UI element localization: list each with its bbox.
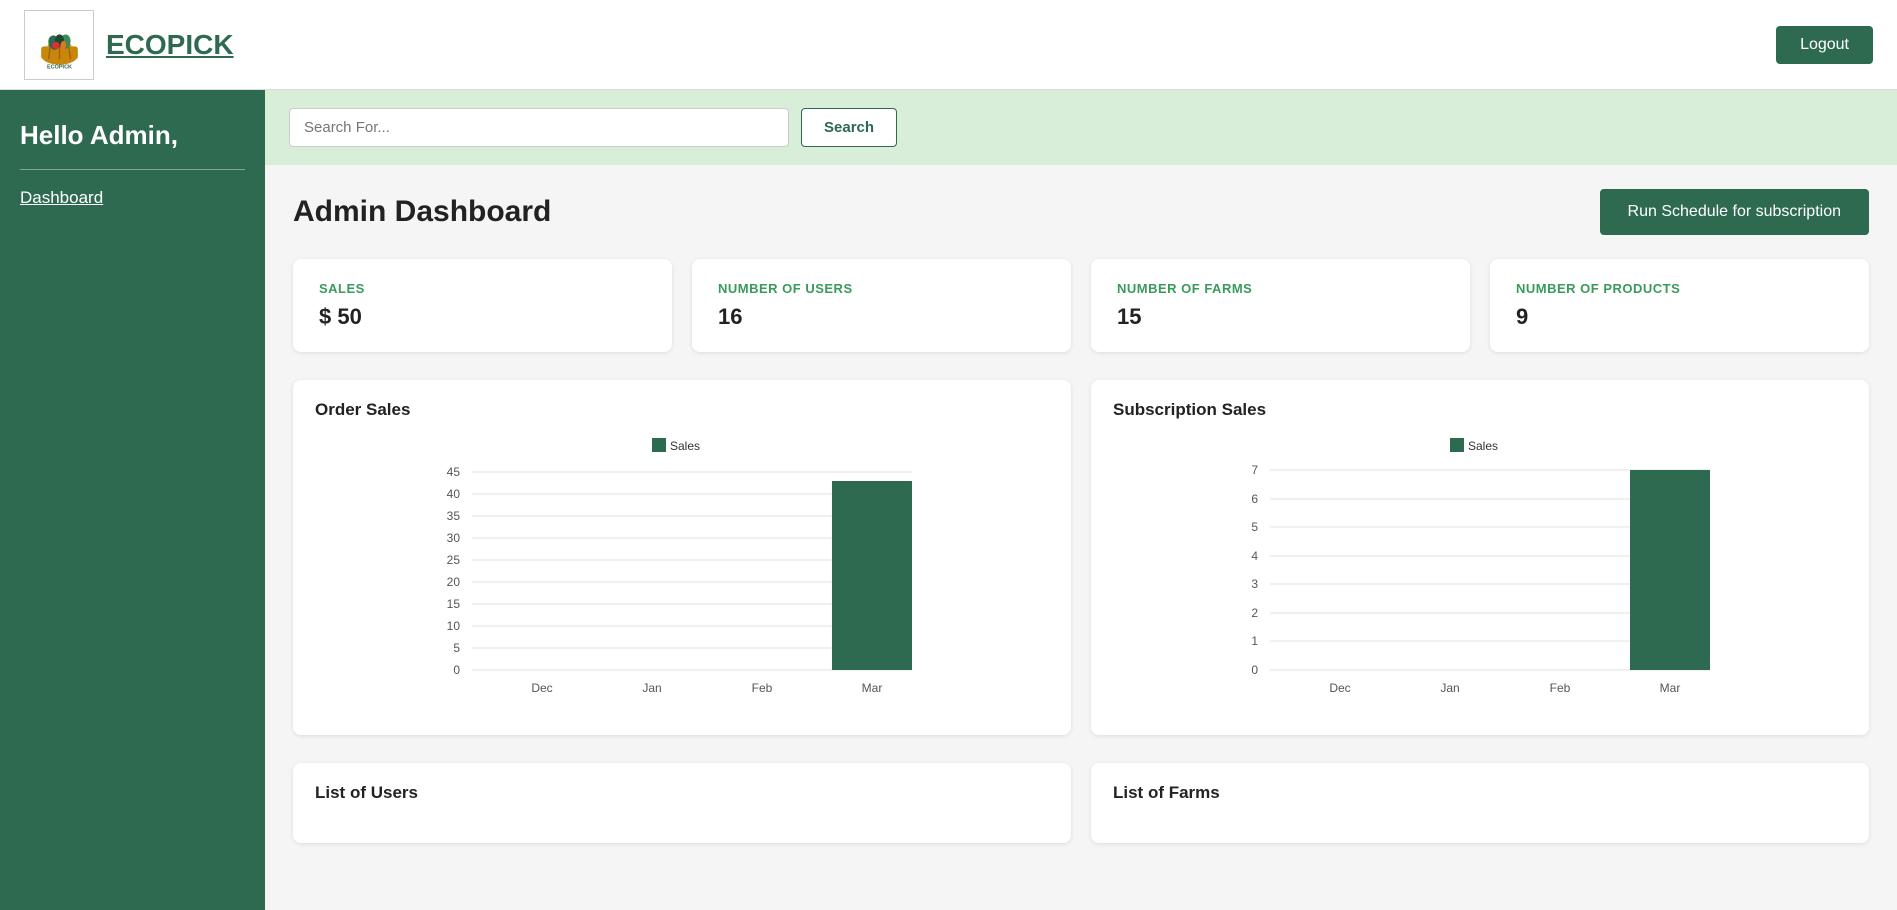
stat-label-products: NUMBER OF PRODUCTS: [1516, 281, 1843, 296]
stat-label-users: NUMBER OF USERS: [718, 281, 1045, 296]
list-farms-title: List of Farms: [1113, 783, 1847, 803]
dashboard-header: Admin Dashboard Run Schedule for subscri…: [293, 189, 1869, 235]
svg-text:30: 30: [447, 531, 461, 545]
sidebar-greeting: Hello Admin,: [20, 120, 245, 151]
subscription-chart-title: Subscription Sales: [1113, 400, 1847, 420]
svg-text:10: 10: [447, 619, 461, 633]
svg-text:Feb: Feb: [752, 681, 773, 695]
logout-button[interactable]: Logout: [1776, 26, 1873, 64]
svg-text:Mar: Mar: [862, 681, 883, 695]
header-left: ECOPICK ECOPICK: [24, 10, 234, 80]
svg-text:7: 7: [1251, 463, 1258, 477]
svg-text:1: 1: [1251, 634, 1258, 648]
search-button[interactable]: Search: [801, 108, 897, 147]
search-bar: Search: [265, 90, 1897, 165]
svg-text:35: 35: [447, 509, 461, 523]
order-sales-chart-card: Order Sales Sales: [293, 380, 1071, 735]
content-area: Search Admin Dashboard Run Schedule for …: [265, 90, 1897, 910]
svg-text:Dec: Dec: [1329, 681, 1350, 695]
list-farms-card: List of Farms: [1091, 763, 1869, 843]
svg-text:0: 0: [1251, 663, 1258, 677]
subscription-sales-chart-card: Subscription Sales Sales: [1091, 380, 1869, 735]
svg-text:0: 0: [453, 663, 460, 677]
svg-text:3: 3: [1251, 577, 1258, 591]
svg-text:2: 2: [1251, 606, 1258, 620]
stat-card-sales: SALES $ 50: [293, 259, 672, 352]
stat-card-users: NUMBER OF USERS 16: [692, 259, 1071, 352]
stat-label-sales: SALES: [319, 281, 646, 296]
sidebar: Hello Admin, Dashboard: [0, 90, 265, 910]
svg-text:ECOPICK: ECOPICK: [46, 64, 71, 70]
svg-text:40: 40: [447, 487, 461, 501]
svg-text:5: 5: [1251, 520, 1258, 534]
sidebar-item-dashboard[interactable]: Dashboard: [20, 188, 103, 207]
order-chart-title: Order Sales: [315, 400, 1049, 420]
stat-value-users: 16: [718, 304, 1045, 330]
app-title: ECOPICK: [106, 29, 234, 61]
stat-value-products: 9: [1516, 304, 1843, 330]
svg-text:20: 20: [447, 575, 461, 589]
stat-label-farms: NUMBER OF FARMS: [1117, 281, 1444, 296]
sidebar-divider: [20, 169, 245, 170]
svg-text:45: 45: [447, 465, 461, 479]
svg-text:Sales: Sales: [1468, 439, 1498, 453]
stat-card-products: NUMBER OF PRODUCTS 9: [1490, 259, 1869, 352]
svg-text:Mar: Mar: [1660, 681, 1681, 695]
page-title: Admin Dashboard: [293, 195, 551, 229]
subscription-chart-svg: Sales 0 1 2: [1113, 430, 1847, 710]
list-users-title: List of Users: [315, 783, 1049, 803]
svg-text:6: 6: [1251, 492, 1258, 506]
order-chart-svg: Sales 0: [315, 430, 1049, 710]
stat-value-sales: $ 50: [319, 304, 646, 330]
logo-image: ECOPICK: [24, 10, 94, 80]
stat-value-farms: 15: [1117, 304, 1444, 330]
svg-text:Jan: Jan: [642, 681, 661, 695]
header: ECOPICK ECOPICK Logout: [0, 0, 1897, 90]
svg-text:Feb: Feb: [1550, 681, 1571, 695]
charts-row: Order Sales Sales: [293, 380, 1869, 735]
svg-text:Jan: Jan: [1440, 681, 1459, 695]
svg-text:4: 4: [1251, 549, 1258, 563]
list-users-card: List of Users: [293, 763, 1071, 843]
main-layout: Hello Admin, Dashboard Search Admin Dash…: [0, 90, 1897, 910]
run-schedule-button[interactable]: Run Schedule for subscription: [1600, 189, 1869, 235]
stat-card-farms: NUMBER OF FARMS 15: [1091, 259, 1470, 352]
svg-text:15: 15: [447, 597, 461, 611]
search-input[interactable]: [289, 108, 789, 147]
dashboard-main: Admin Dashboard Run Schedule for subscri…: [265, 165, 1897, 910]
lists-row: List of Users List of Farms: [293, 763, 1869, 843]
stats-row: SALES $ 50 NUMBER OF USERS 16 NUMBER OF …: [293, 259, 1869, 352]
svg-text:25: 25: [447, 553, 461, 567]
svg-text:5: 5: [453, 641, 460, 655]
svg-text:Dec: Dec: [531, 681, 552, 695]
svg-text:Sales: Sales: [670, 439, 700, 453]
